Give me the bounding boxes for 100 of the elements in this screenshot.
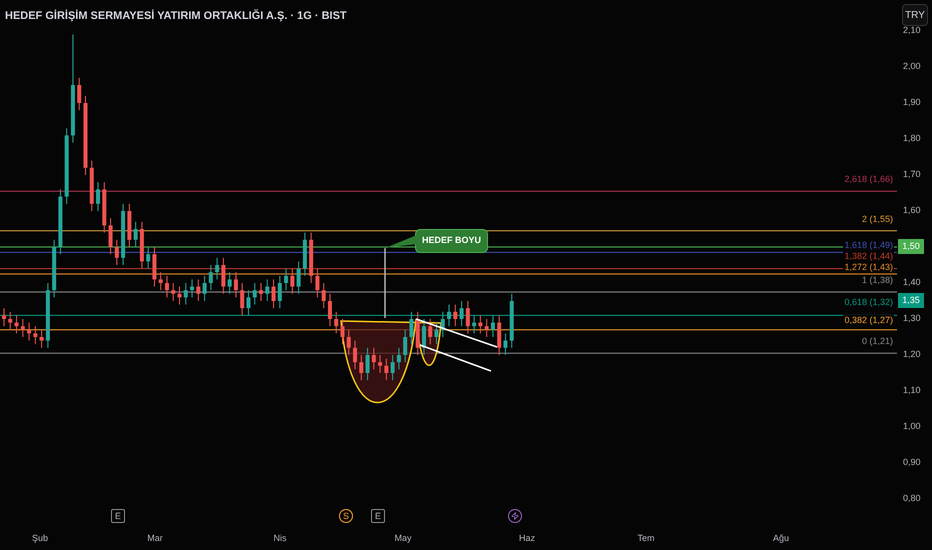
candlestick [20, 318, 25, 338]
candlestick [190, 278, 194, 298]
candlestick [259, 282, 263, 302]
candlestick [422, 318, 426, 356]
candlestick [497, 314, 502, 356]
candlestick [359, 354, 364, 381]
earnings-marker[interactable]: E [371, 509, 385, 523]
candlestick [228, 272, 232, 294]
candlestick [14, 314, 19, 334]
candlestick [334, 311, 338, 334]
candlestick [252, 282, 257, 306]
candlestick [315, 268, 320, 298]
candlestick [478, 314, 482, 334]
time-axis-label: Mar [146, 532, 164, 545]
candlestick [396, 347, 401, 370]
time-axis-label: Haz [518, 532, 536, 545]
candlestick [102, 182, 106, 234]
candlestick [510, 293, 514, 348]
candlestick [384, 358, 388, 381]
candlestick [221, 257, 226, 294]
candlestick [52, 239, 56, 298]
candlestick [447, 304, 452, 327]
time-axis-label: Ağu [772, 532, 790, 545]
candlestick [202, 275, 207, 302]
price-axis-label: 1,60 [903, 205, 921, 216]
candlestick [146, 246, 150, 270]
candlestick [8, 311, 12, 330]
candlestick [378, 354, 382, 374]
candlestick [409, 311, 414, 345]
candlestick [40, 329, 44, 348]
price-axis-label: 1,90 [903, 97, 921, 108]
candlestick [390, 354, 395, 381]
candlestick [353, 340, 358, 370]
candlestick [434, 322, 438, 345]
time-axis-label: Nis [272, 532, 288, 545]
fibonacci-level-label: 2 (1,55) [860, 214, 894, 225]
price-axis-label: 1,20 [903, 349, 921, 360]
fibonacci-level-label: 1 (1,38) [860, 275, 894, 286]
candlestick [346, 329, 351, 356]
candlestick [77, 77, 82, 111]
price-axis-label: 0,80 [903, 493, 921, 504]
candlestick [328, 293, 332, 327]
fibonacci-level-label: 0,382 (1,27) [843, 314, 894, 326]
candlestick [96, 182, 100, 212]
candlestick [466, 300, 470, 334]
candlestick [278, 275, 282, 309]
candlestick [290, 268, 294, 294]
candlestick [171, 282, 176, 302]
candlestick [460, 300, 464, 327]
candlestick [372, 347, 376, 370]
candlestick [33, 326, 38, 345]
candlestick [158, 272, 163, 291]
candlestick [164, 275, 169, 298]
split-marker[interactable]: S [339, 509, 353, 523]
candlestick [490, 314, 495, 338]
candlestick [178, 286, 182, 306]
candlestick [2, 308, 6, 327]
time-axis-label: Şub [30, 532, 49, 545]
earnings-marker[interactable]: E [111, 509, 125, 523]
candlestick [272, 278, 276, 309]
candlestick [403, 329, 408, 363]
candlestick [416, 311, 420, 356]
price-axis-label: 1,80 [903, 133, 921, 144]
price-axis-label: 2,10 [903, 25, 921, 36]
candlestick [484, 318, 489, 338]
candlestick [284, 268, 288, 291]
candlestick [184, 282, 188, 306]
candlestick [121, 203, 126, 266]
candlestick [503, 332, 508, 356]
price-axis-label: 1,70 [903, 169, 921, 180]
currency-button[interactable]: TRY [902, 4, 928, 26]
callout-pointer-drawing [385, 235, 417, 248]
candlestick [58, 188, 62, 255]
candlestick [46, 282, 50, 348]
candlestick [108, 218, 113, 255]
price-tag: 1,50 [898, 239, 924, 254]
candlestick [309, 232, 314, 284]
candlestick [265, 278, 270, 302]
candlestick [366, 347, 370, 381]
price-axis-label: 1,30 [903, 313, 921, 324]
candlestick [234, 272, 238, 298]
candlestick [322, 282, 326, 309]
candlestick [152, 246, 156, 288]
fibonacci-level-label: 1,618 (1,49) [843, 240, 894, 251]
price-axis-label: 0,90 [903, 457, 921, 468]
candlestick [440, 311, 445, 338]
candlestick [240, 282, 244, 316]
candlestick [27, 322, 32, 342]
candlestick [340, 318, 344, 345]
price-tag: 1,35 [898, 293, 924, 308]
candlestick [90, 160, 94, 212]
time-axis-label: Tem [636, 532, 656, 545]
candlestick [134, 221, 138, 248]
price-axis-label: 1,40 [903, 277, 921, 288]
fibonacci-level-label: 0 (1,21) [860, 336, 894, 348]
candlestick [215, 257, 220, 280]
lightning-icon[interactable] [508, 509, 522, 523]
candlestick [302, 232, 307, 276]
price-axis-label: 1,10 [903, 385, 921, 396]
price-axis-label: 1,00 [903, 421, 921, 432]
